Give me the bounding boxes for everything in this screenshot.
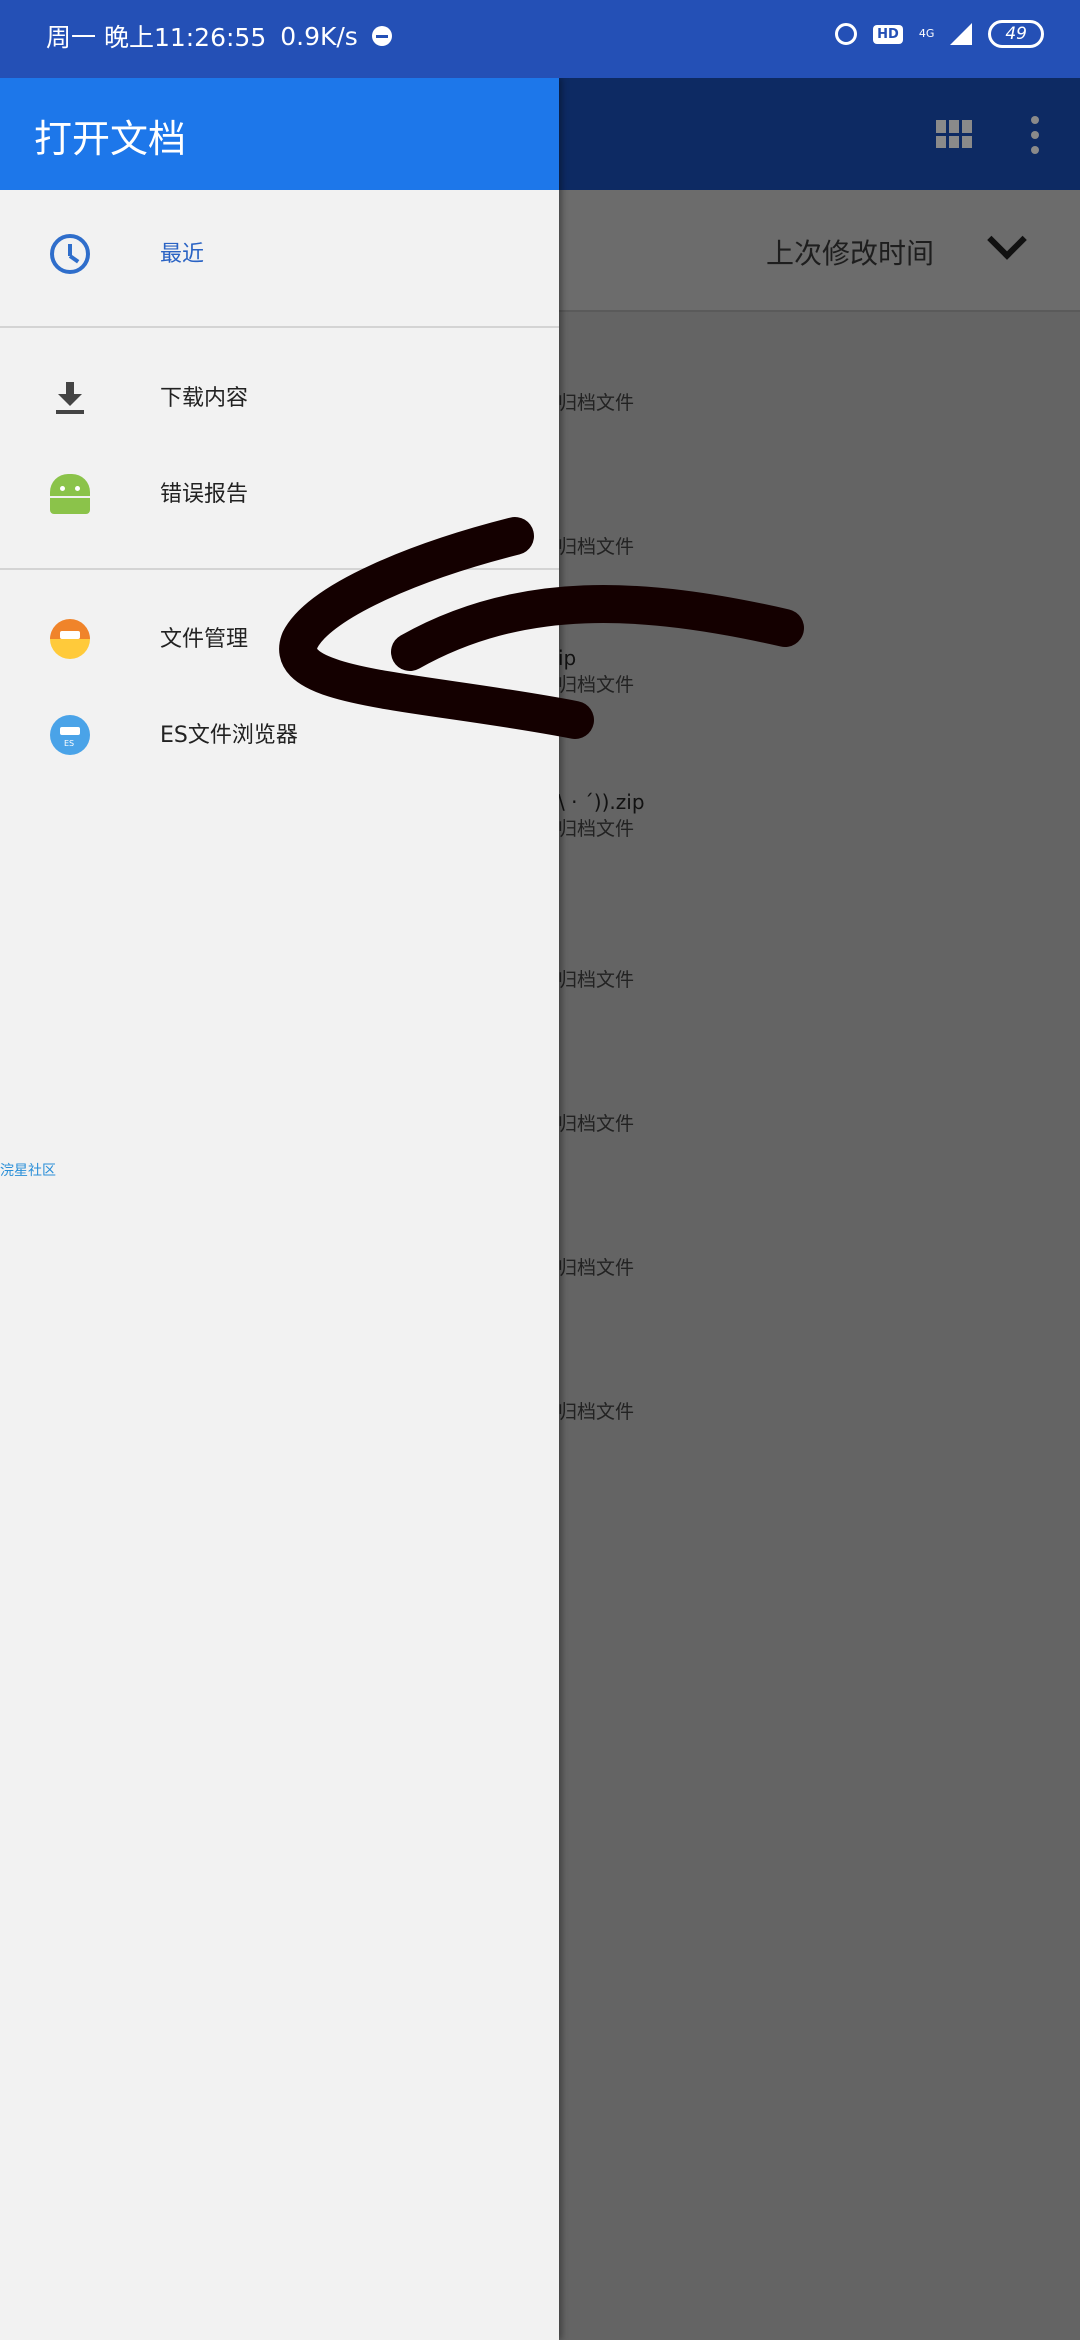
navigation-drawer: 打开文档 最近 下载内容 错误报告 文件管理 ES ES文件浏览器 浣星社区 [0,78,559,2340]
file-type: 归档文件 [558,1257,635,1279]
do-not-disturb-icon [371,26,392,46]
list-item[interactable]: 归档文件 [558,1397,1058,1424]
file-name: \ · ´)).zip [558,790,645,814]
drawer-item-recent[interactable]: 最近 [0,206,559,302]
drawer-header: 打开文档 [0,78,559,190]
android-icon [50,474,90,514]
file-type: 归档文件 [558,392,635,414]
drawer-item-label: 错误报告 [160,482,249,507]
drawer-item-label: ES文件浏览器 [160,723,298,748]
status-bar: 周一 晚上11:26:55 0.9K/s HD 4G 49 [0,0,1080,78]
community-link[interactable]: 浣星社区 [0,1160,56,1180]
hd-badge: HD [873,24,903,44]
file-type: 归档文件 [558,969,635,991]
list-item[interactable]: 归档文件 [558,1253,1058,1280]
file-manager-icon [50,619,90,659]
file-type: 归档文件 [558,674,635,696]
divider [0,568,559,570]
network-type: 4G [918,27,935,40]
drawer-item-downloads[interactable]: 下载内容 [0,350,559,446]
file-type: 归档文件 [558,536,635,558]
es-file-explorer-icon: ES [50,715,90,755]
signal-icon [950,23,973,45]
drawer-item-es-file-explorer[interactable]: ES ES文件浏览器 [0,687,559,783]
file-type: 归档文件 [558,818,635,840]
hotspot-icon [835,23,858,45]
drawer-item-label: 下载内容 [160,386,249,411]
battery-indicator: 49 [988,20,1044,48]
network-speed: 0.9K/s [280,21,358,51]
list-item[interactable]: 归档文件 [558,388,1058,415]
file-type: 归档文件 [558,1113,635,1135]
list-item[interactable]: ip 归档文件 [558,646,1058,697]
divider [0,326,559,328]
file-type: 归档文件 [558,1401,635,1423]
list-item[interactable]: \ · ´)).zip 归档文件 [558,790,1058,841]
list-item[interactable]: 归档文件 [558,532,1058,559]
grid-view-icon[interactable] [936,120,972,148]
drawer-item-file-manager[interactable]: 文件管理 [0,591,559,687]
sort-label[interactable]: 上次修改时间 [766,232,934,272]
drawer-item-label: 最近 [160,242,205,267]
more-options-icon[interactable] [1031,116,1039,154]
drawer-item-bug-reports[interactable]: 错误报告 [0,446,559,542]
status-time: 周一 晚上11:26:55 [46,23,267,52]
drawer-title: 打开文档 [34,117,187,161]
clock-icon [50,234,90,274]
file-name: ip [558,646,577,670]
list-item[interactable]: 归档文件 [558,1109,1058,1136]
list-item[interactable]: 归档文件 [558,965,1058,992]
drawer-item-label: 文件管理 [160,627,249,652]
download-icon [50,378,90,418]
